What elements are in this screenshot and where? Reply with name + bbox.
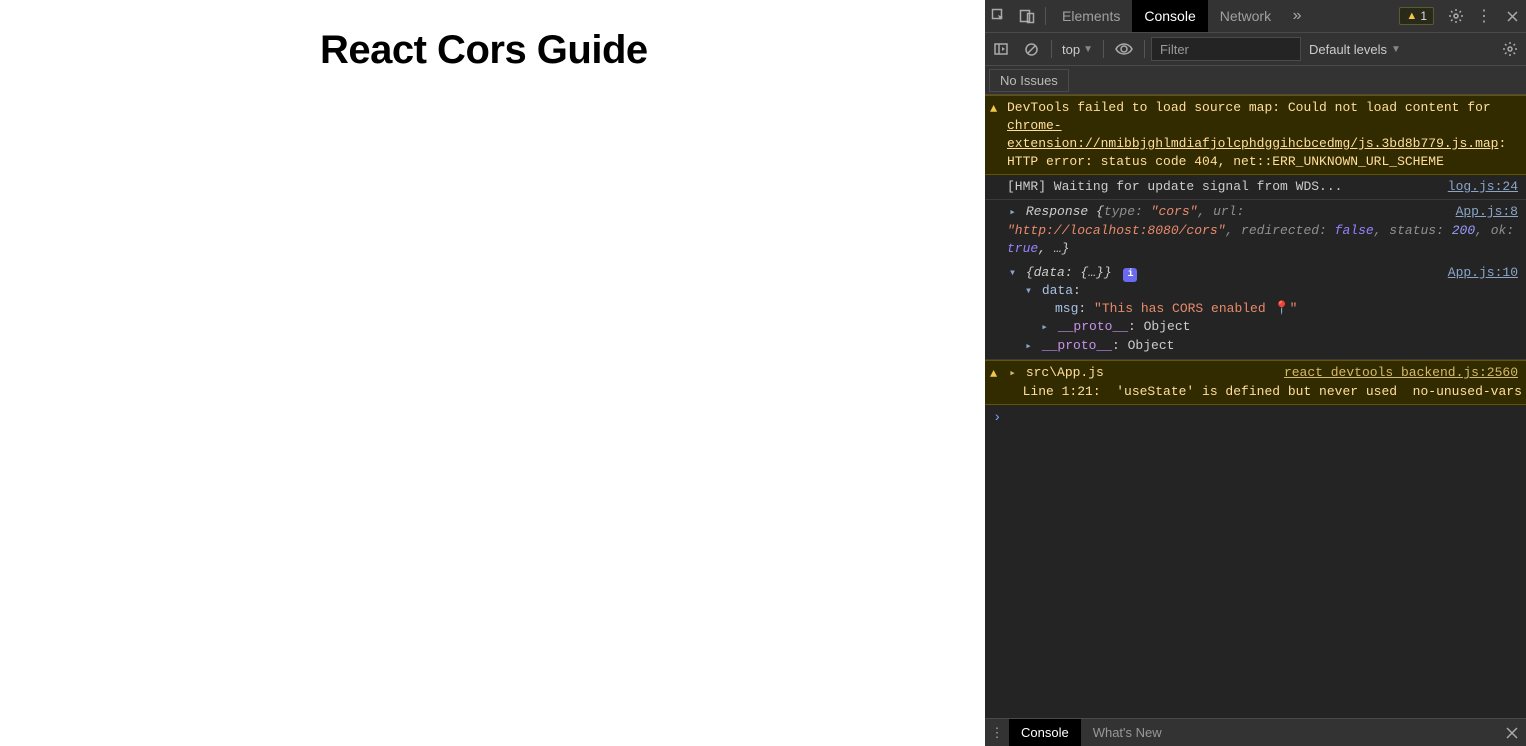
- proto-value: : Object: [1112, 338, 1174, 353]
- log-object-expanded: App.js:10 {data: {…}} i data: msg: "This…: [985, 261, 1526, 360]
- warn-body: Line 1:21: 'useState' is defined but nev…: [1007, 384, 1522, 399]
- separator: [1045, 7, 1046, 25]
- warn-text-lead: DevTools failed to load source map: Coul…: [1007, 100, 1491, 115]
- source-link[interactable]: log.js:24: [1448, 178, 1518, 196]
- warnings-badge[interactable]: ▲ 1: [1399, 7, 1434, 25]
- console-prompt[interactable]: ›: [985, 405, 1526, 431]
- drawer-tabs: ⋮ Console What's New: [985, 718, 1526, 746]
- tab-elements[interactable]: Elements: [1050, 0, 1132, 32]
- page-content: React Cors Guide: [0, 0, 985, 746]
- drawer-tab-whatsnew[interactable]: What's New: [1081, 719, 1174, 746]
- expand-arrow-icon[interactable]: [1039, 318, 1050, 337]
- kebab-menu-icon[interactable]: ⋮: [985, 719, 1009, 746]
- tab-console[interactable]: Console: [1132, 0, 1207, 32]
- devtools-panel: Elements Console Network » ▲ 1 ⋮ top: [985, 0, 1526, 746]
- proto-value: : Object: [1128, 319, 1190, 334]
- sidebar-toggle-icon[interactable]: [987, 33, 1015, 65]
- sourcemap-link[interactable]: chrome-extension://nmibbjghlmdiafjolcphd…: [1007, 118, 1498, 151]
- chevron-down-icon: ▼: [1391, 44, 1401, 55]
- expand-arrow-icon[interactable]: [1007, 364, 1018, 383]
- prop-key: data: [1042, 283, 1073, 298]
- filter-input[interactable]: [1151, 37, 1301, 61]
- prop-value: "This has CORS enabled 📍": [1094, 301, 1297, 316]
- separator: [1103, 40, 1104, 58]
- settings-icon[interactable]: [1442, 0, 1470, 32]
- object-summary: {data: {…}}: [1026, 265, 1112, 280]
- inspect-icon[interactable]: [985, 0, 1013, 32]
- kebab-menu-icon[interactable]: ⋮: [1470, 0, 1498, 32]
- collapse-arrow-icon[interactable]: [1023, 282, 1034, 300]
- log-levels-label: Default levels: [1309, 42, 1387, 57]
- more-tabs-icon[interactable]: »: [1283, 0, 1311, 32]
- device-toggle-icon[interactable]: [1013, 0, 1041, 32]
- source-link[interactable]: App.js:8: [1456, 203, 1518, 221]
- issues-bar: No Issues: [985, 66, 1526, 95]
- context-label: top: [1062, 42, 1080, 57]
- separator: [1144, 40, 1145, 58]
- proto-key: __proto__: [1042, 338, 1112, 353]
- expand-arrow-icon[interactable]: [1007, 203, 1018, 222]
- warn-file: src\App.js: [1026, 365, 1104, 380]
- log-hmr: log.js:24 [HMR] Waiting for update signa…: [985, 175, 1526, 200]
- collapse-arrow-icon[interactable]: [1007, 264, 1018, 282]
- prop-key: msg: [1055, 301, 1078, 316]
- chevron-down-icon: ▼: [1083, 44, 1093, 55]
- expand-arrow-icon[interactable]: [1023, 337, 1034, 356]
- clear-console-icon[interactable]: [1017, 33, 1045, 65]
- no-issues-button[interactable]: No Issues: [989, 69, 1069, 92]
- log-response: App.js:8 Response {type: "cors", url: "h…: [985, 200, 1526, 261]
- source-link[interactable]: App.js:10: [1448, 264, 1518, 282]
- log-text: [HMR] Waiting for update signal from WDS…: [1007, 179, 1342, 194]
- close-icon[interactable]: [1498, 0, 1526, 32]
- info-badge-icon[interactable]: i: [1123, 268, 1137, 282]
- console-settings-icon[interactable]: [1496, 33, 1524, 65]
- console-toolbar: top ▼ Default levels ▼: [985, 33, 1526, 66]
- log-warning-lint: ▲ react_devtools_backend.js:2560 src\App…: [985, 360, 1526, 405]
- warnings-count: 1: [1420, 9, 1427, 23]
- source-link[interactable]: react_devtools_backend.js:2560: [1284, 364, 1518, 382]
- warning-icon: ▲: [990, 100, 997, 118]
- console-log-area: ▲ DevTools failed to load source map: Co…: [985, 95, 1526, 718]
- log-levels-selector[interactable]: Default levels ▼: [1303, 42, 1407, 57]
- proto-key: __proto__: [1058, 319, 1128, 334]
- context-selector[interactable]: top ▼: [1058, 40, 1097, 59]
- warning-icon: ▲: [990, 365, 997, 383]
- devtools-tab-bar: Elements Console Network » ▲ 1 ⋮: [985, 0, 1526, 33]
- log-warning-sourcemap: ▲ DevTools failed to load source map: Co…: [985, 95, 1526, 175]
- tab-network[interactable]: Network: [1208, 0, 1283, 32]
- page-title: React Cors Guide: [320, 28, 955, 73]
- separator: [1051, 40, 1052, 58]
- live-expression-icon[interactable]: [1110, 33, 1138, 65]
- warning-icon: ▲: [1406, 10, 1417, 22]
- close-icon[interactable]: [1498, 719, 1526, 746]
- drawer-tab-console[interactable]: Console: [1009, 719, 1081, 746]
